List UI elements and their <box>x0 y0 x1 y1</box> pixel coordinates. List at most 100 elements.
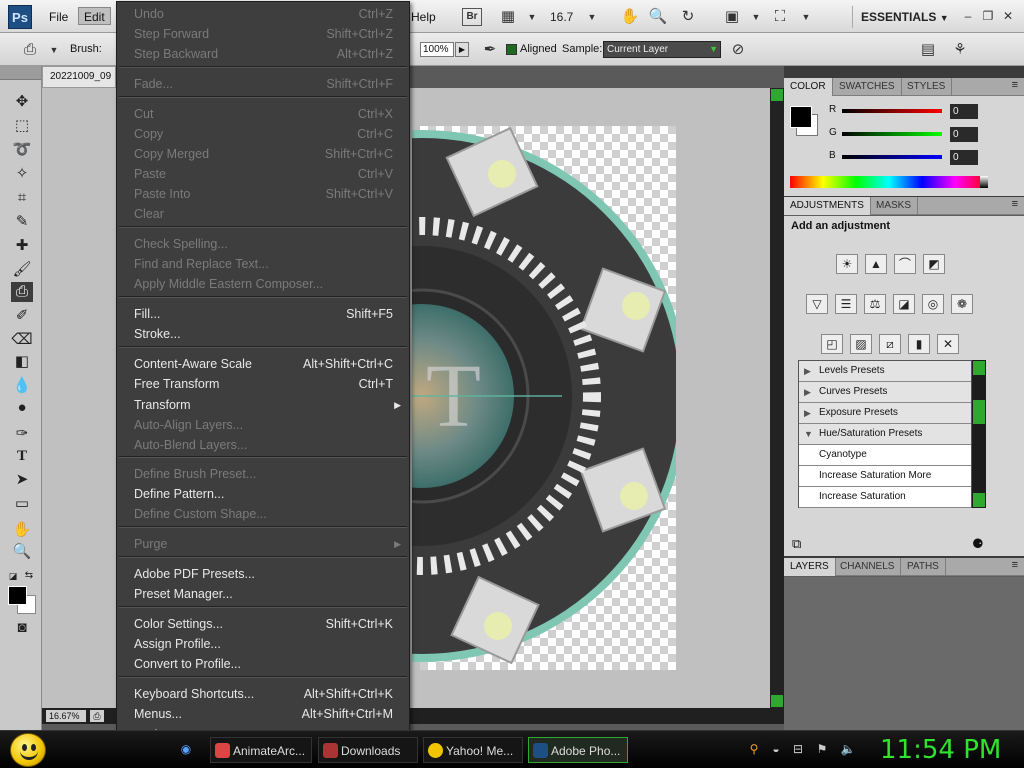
layers-panel-menu-icon[interactable]: ≡ <box>1012 559 1018 571</box>
threshold-icon[interactable]: ⧄ <box>879 334 901 354</box>
foreground-color-swatch[interactable] <box>8 586 27 605</box>
clone-stamp-tool-icon[interactable]: ⎙ <box>11 282 33 302</box>
blur-tool-icon[interactable]: 💧 <box>11 376 33 396</box>
scroll-up-button[interactable] <box>771 89 783 101</box>
rotate-view-icon[interactable]: ↻ <box>678 7 698 27</box>
dodge-tool-icon[interactable]: ● <box>11 398 33 418</box>
crop-tool-icon[interactable]: ⌗ <box>11 188 33 208</box>
menu-item-preset-manager[interactable]: Preset Manager... <box>117 584 409 604</box>
eraser-tool-icon[interactable]: ⌫ <box>11 330 33 350</box>
tab-paths[interactable]: PATHS <box>901 558 946 576</box>
magic-wand-tool-icon[interactable]: ✧ <box>11 164 33 184</box>
messenger-status-icon[interactable]: ◒ <box>768 741 784 757</box>
opacity-arrow-icon[interactable]: ▶ <box>455 42 469 57</box>
scroll-down-button[interactable] <box>771 695 783 707</box>
volume-icon[interactable]: 🔈 <box>840 741 856 757</box>
tab-adjustments[interactable]: ADJUSTMENTS <box>784 197 871 215</box>
sample-select[interactable]: Current Layer ▼ <box>603 41 721 58</box>
posterize-icon[interactable]: ▨ <box>850 334 872 354</box>
clone-source-panel-icon[interactable]: ⚘ <box>950 40 970 60</box>
arrange-dropdown-icon[interactable]: ▼ <box>746 7 766 27</box>
preset-dropdown-icon[interactable]: ▼ <box>44 40 64 60</box>
menu-item-content-aware-scale[interactable]: Content-Aware Scale Alt+Shift+Ctrl+C <box>117 354 409 374</box>
menu-item-fill[interactable]: Fill... Shift+F5 <box>117 304 409 324</box>
gradient-tool-icon[interactable]: ◧ <box>11 352 33 372</box>
move-tool-icon[interactable]: ✥ <box>11 92 33 112</box>
eyedropper-tool-icon[interactable]: ✎ <box>11 212 33 232</box>
screen-mode-icon[interactable]: ⛶ <box>770 7 790 27</box>
opacity-field[interactable]: 100% <box>420 42 454 57</box>
return-to-adjustment-list-icon[interactable]: ⧉ <box>792 536 801 552</box>
menu-file[interactable]: File <box>44 8 73 26</box>
bridge-icon[interactable]: Br <box>462 8 482 26</box>
levels-icon[interactable]: ▲ <box>865 254 887 274</box>
airbrush-icon[interactable]: ✒ <box>480 40 500 60</box>
workspace-switcher[interactable]: ESSENTIALS ▼ <box>852 6 952 28</box>
hand-tool-icon[interactable]: ✋ <box>11 520 33 540</box>
list-item[interactable]: Cyanotype <box>799 445 971 466</box>
system-clock[interactable]: 11:54 PM <box>880 734 1001 766</box>
menu-item-define-pattern[interactable]: Define Pattern... <box>117 484 409 504</box>
g-slider[interactable] <box>842 132 942 136</box>
brush-tool-icon[interactable]: 🖌 <box>11 260 33 280</box>
status-info-icon[interactable]: ⎙ <box>90 710 104 722</box>
tab-swatches[interactable]: SWATCHES <box>833 78 902 96</box>
tab-channels[interactable]: CHANNELS <box>834 558 902 576</box>
b-value-field[interactable]: 0 <box>950 150 978 165</box>
presets-scrollbar[interactable] <box>972 360 986 508</box>
default-colors-icon[interactable]: ◪ <box>6 566 20 586</box>
close-icon[interactable]: ✕ <box>1000 8 1016 24</box>
menu-item-menus[interactable]: Menus... Alt+Shift+Ctrl+M <box>117 704 409 724</box>
list-item[interactable]: ▼ Hue/Saturation Presets <box>799 424 971 445</box>
tab-color[interactable]: COLOR <box>784 78 833 96</box>
hue-saturation-icon[interactable]: ☰ <box>835 294 857 314</box>
canvas-vertical-scrollbar[interactable] <box>770 88 784 708</box>
clone-stamp-preset-icon[interactable]: ⎙ <box>20 40 40 60</box>
black-white-icon[interactable]: ◪ <box>893 294 915 314</box>
brightness-contrast-icon[interactable]: ☀ <box>836 254 858 274</box>
menu-item-assign-profile[interactable]: Assign Profile... <box>117 634 409 654</box>
task-yahoo-messenger[interactable]: Yahoo! Me... <box>423 737 523 763</box>
black-white-ramp[interactable] <box>980 176 988 188</box>
restore-icon[interactable]: ❐ <box>980 8 996 24</box>
search-icon[interactable]: ⚲ <box>746 741 762 757</box>
zoom-dropdown-icon[interactable]: ▼ <box>582 7 602 27</box>
menu-item-keyboard-shortcuts[interactable]: Keyboard Shortcuts... Alt+Shift+Ctrl+K <box>117 684 409 704</box>
status-zoom-field[interactable]: 16.67% <box>46 710 86 722</box>
adjustments-panel-menu-icon[interactable]: ≡ <box>1012 198 1018 210</box>
minimize-icon[interactable]: – <box>960 8 976 24</box>
tools-panel-header[interactable] <box>0 66 41 80</box>
invert-icon[interactable]: ◰ <box>821 334 843 354</box>
b-slider[interactable] <box>842 155 942 159</box>
layers-panel[interactable] <box>784 577 1024 730</box>
dropdown-arrow-icon[interactable]: ▼ <box>522 7 542 27</box>
path-selection-tool-icon[interactable]: ➤ <box>11 470 33 490</box>
task-adobe-photoshop[interactable]: Adobe Pho... <box>528 737 628 763</box>
r-value-field[interactable]: 0 <box>950 104 978 119</box>
menu-item-color-settings[interactable]: Color Settings... Shift+Ctrl+K <box>117 614 409 634</box>
tab-styles[interactable]: STYLES <box>901 78 953 96</box>
view-extras-icon[interactable]: ▦ <box>498 7 518 27</box>
color-balance-icon[interactable]: ⚖ <box>864 294 886 314</box>
type-tool-icon[interactable]: T <box>11 446 33 466</box>
menu-item-free-transform[interactable]: Free Transform Ctrl+T <box>117 374 409 394</box>
exposure-icon[interactable]: ◩ <box>923 254 945 274</box>
color-panel-menu-icon[interactable]: ≡ <box>1012 79 1018 91</box>
menu-help[interactable]: Help <box>406 8 441 26</box>
channel-mixer-icon[interactable]: ❁ <box>951 294 973 314</box>
history-brush-tool-icon[interactable]: ✐ <box>11 306 33 326</box>
aligned-checkbox[interactable] <box>506 44 517 55</box>
presets-scroll-down-button[interactable] <box>973 493 985 507</box>
list-item[interactable]: ▶ Exposure Presets <box>799 403 971 424</box>
list-item[interactable]: Increase Saturation <box>799 487 971 508</box>
list-item[interactable]: ▶ Levels Presets <box>799 361 971 382</box>
menu-item-stroke[interactable]: Stroke... <box>117 324 409 344</box>
clip-to-layer-icon[interactable]: ⚈ <box>972 536 984 552</box>
list-item[interactable]: ▶ Curves Presets <box>799 382 971 403</box>
menu-item-convert-to-profile[interactable]: Convert to Profile... <box>117 654 409 674</box>
pen-tool-icon[interactable]: ✑ <box>11 424 33 444</box>
action-center-icon[interactable]: ⚑ <box>814 741 830 757</box>
lasso-tool-icon[interactable]: ➰ <box>11 140 33 160</box>
tab-layers[interactable]: LAYERS <box>784 558 836 576</box>
presets-scroll-thumb[interactable] <box>973 400 985 424</box>
